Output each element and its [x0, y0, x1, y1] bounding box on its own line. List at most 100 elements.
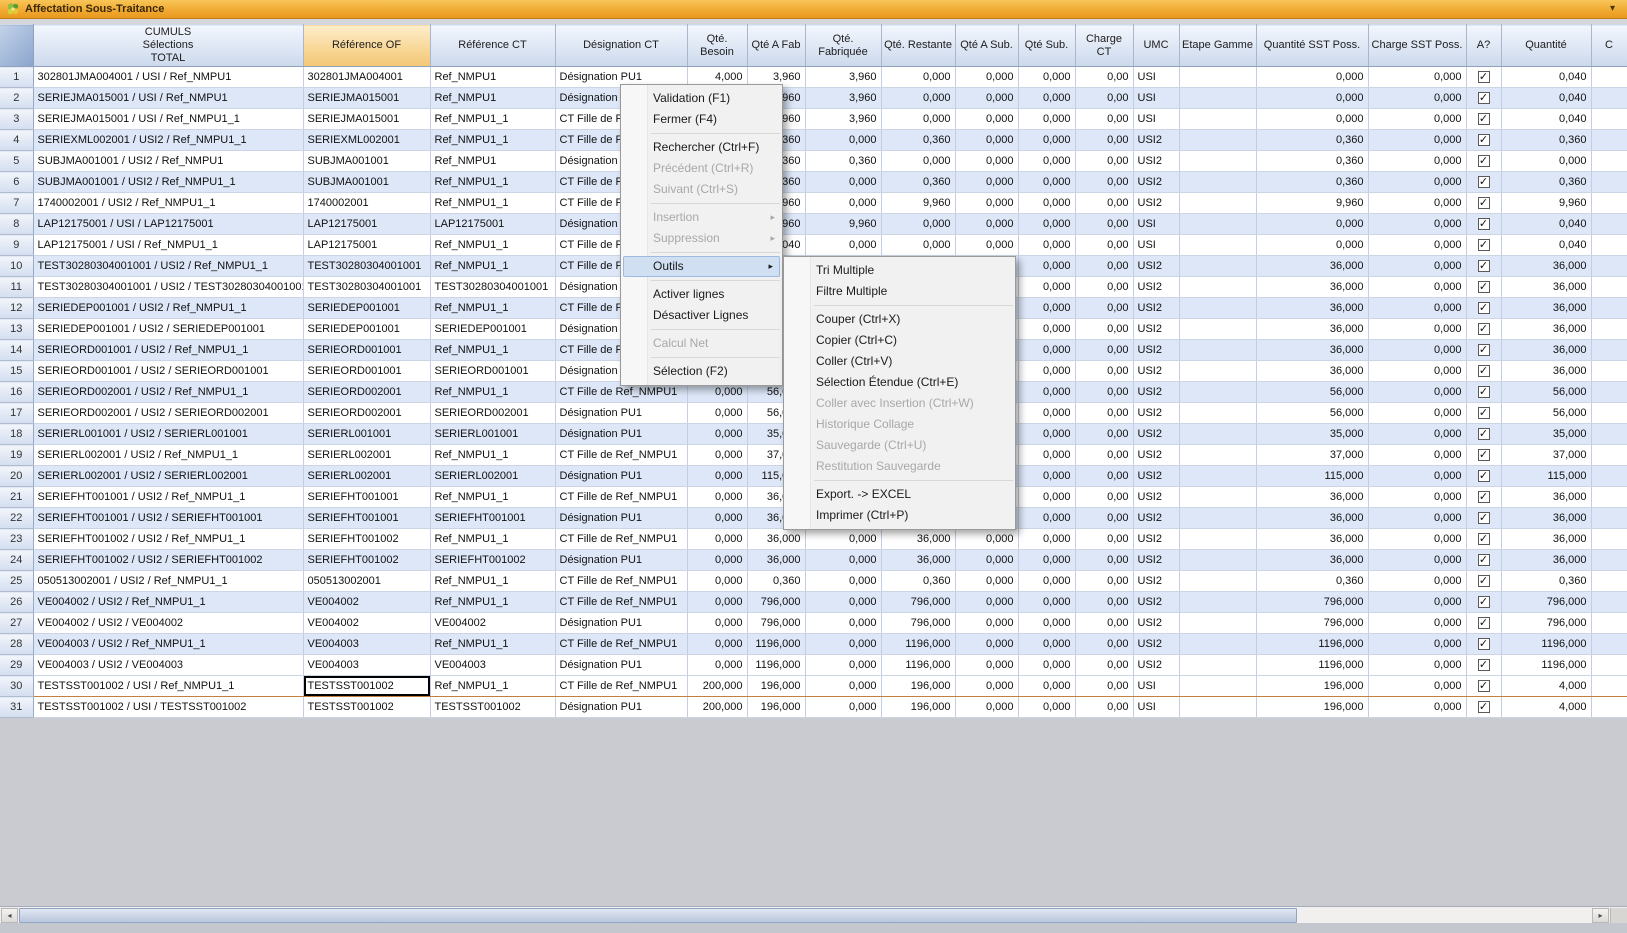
cell-quantite[interactable]: 9,960 [1501, 193, 1591, 214]
cell-a[interactable]: ✓ [1466, 340, 1501, 361]
cell-ref_of[interactable]: SERIERL002001 [303, 445, 430, 466]
column-header-etape_gamme[interactable]: Etape Gamme [1179, 25, 1256, 67]
cell-designation_ct[interactable]: CT Fille de Ref_NMPU1 [555, 487, 687, 508]
cell-qte_sub[interactable]: 0,000 [1018, 109, 1075, 130]
cell-charge_ct[interactable]: 0,00 [1075, 466, 1133, 487]
cell-partial[interactable] [1591, 88, 1627, 109]
cell-qte_sub[interactable]: 0,000 [1018, 361, 1075, 382]
row-checkbox[interactable]: ✓ [1478, 92, 1490, 104]
cell-a[interactable]: ✓ [1466, 214, 1501, 235]
cell-charge_ct[interactable]: 0,00 [1075, 634, 1133, 655]
cell-partial[interactable] [1591, 424, 1627, 445]
cell-qte_restante[interactable]: 36,000 [881, 550, 955, 571]
cell-partial[interactable] [1591, 655, 1627, 676]
cell-umc[interactable]: USI2 [1133, 193, 1179, 214]
cell-charge_ct[interactable]: 0,00 [1075, 571, 1133, 592]
cell-qte_fabriquee[interactable]: 0,000 [805, 172, 881, 193]
cell-umc[interactable]: USI2 [1133, 571, 1179, 592]
cell-qte_sst_poss[interactable]: 36,000 [1256, 319, 1368, 340]
cell-ref_ct[interactable]: LAP12175001 [430, 214, 555, 235]
cell-quantite[interactable]: 36,000 [1501, 298, 1591, 319]
scroll-left-arrow-icon[interactable]: ◂ [1, 908, 18, 923]
cell-charge_ct[interactable]: 0,00 [1075, 445, 1133, 466]
cell-umc[interactable]: USI [1133, 214, 1179, 235]
row-checkbox[interactable]: ✓ [1478, 659, 1490, 671]
menu-item-imprimer-ctrl-p[interactable]: Imprimer (Ctrl+P) [784, 505, 1015, 526]
cell-charge_ct[interactable]: 0,00 [1075, 235, 1133, 256]
cell-charge_sst_poss[interactable]: 0,000 [1368, 319, 1466, 340]
cell-qte_fabriquee[interactable]: 3,960 [805, 88, 881, 109]
cell-a[interactable]: ✓ [1466, 235, 1501, 256]
cell-ref_of[interactable]: SERIEORD001001 [303, 340, 430, 361]
column-header-designation_ct[interactable]: Désignation CT [555, 25, 687, 67]
cell-etape_gamme[interactable] [1179, 634, 1256, 655]
cell-charge_sst_poss[interactable]: 0,000 [1368, 508, 1466, 529]
cell-cumuls[interactable]: SERIEJMA015001 / USI / Ref_NMPU1_1 [33, 109, 303, 130]
cell-cumuls[interactable]: SERIEFHT001002 / USI2 / SERIEFHT001002 [33, 550, 303, 571]
row-checkbox[interactable]: ✓ [1478, 491, 1490, 503]
cell-quantite[interactable]: 36,000 [1501, 256, 1591, 277]
cell-qte_restante[interactable]: 0,000 [881, 67, 955, 88]
cell-ref_ct[interactable]: Ref_NMPU1 [430, 67, 555, 88]
cell-a[interactable]: ✓ [1466, 277, 1501, 298]
cell-ref_ct[interactable]: Ref_NMPU1_1 [430, 382, 555, 403]
cell-qte_a_sub[interactable]: 0,000 [955, 214, 1018, 235]
row-header-20[interactable]: 20 [0, 466, 33, 487]
cell-quantite[interactable]: 1196,000 [1501, 655, 1591, 676]
cell-qte_sst_poss[interactable]: 0,360 [1256, 151, 1368, 172]
row-checkbox[interactable]: ✓ [1478, 176, 1490, 188]
cell-qte_sub[interactable]: 0,000 [1018, 655, 1075, 676]
cell-qte_a_fab[interactable]: 36,000 [747, 529, 805, 550]
row-checkbox[interactable]: ✓ [1478, 260, 1490, 272]
row-checkbox[interactable]: ✓ [1478, 575, 1490, 587]
cell-cumuls[interactable]: SUBJMA001001 / USI2 / Ref_NMPU1 [33, 151, 303, 172]
cell-umc[interactable]: USI2 [1133, 403, 1179, 424]
cell-a[interactable]: ✓ [1466, 172, 1501, 193]
cell-quantite[interactable]: 796,000 [1501, 613, 1591, 634]
cell-qte_restante[interactable]: 196,000 [881, 697, 955, 718]
cell-quantite[interactable]: 36,000 [1501, 529, 1591, 550]
column-header-qte_sub[interactable]: Qté Sub. [1018, 25, 1075, 67]
cell-ref_ct[interactable]: SERIEFHT001002 [430, 550, 555, 571]
menu-item-coller-ctrl-v[interactable]: Coller (Ctrl+V) [784, 351, 1015, 372]
cell-cumuls[interactable]: SERIEJMA015001 / USI / Ref_NMPU1 [33, 88, 303, 109]
cell-qte_restante[interactable]: 36,000 [881, 529, 955, 550]
cell-umc[interactable]: USI2 [1133, 298, 1179, 319]
cell-partial[interactable] [1591, 361, 1627, 382]
cell-etape_gamme[interactable] [1179, 613, 1256, 634]
cell-charge_ct[interactable]: 0,00 [1075, 130, 1133, 151]
cell-quantite[interactable]: 35,000 [1501, 424, 1591, 445]
cell-quantite[interactable]: 0,040 [1501, 67, 1591, 88]
cell-umc[interactable]: USI2 [1133, 487, 1179, 508]
cell-qte_fabriquee[interactable]: 3,960 [805, 109, 881, 130]
cell-a[interactable]: ✓ [1466, 508, 1501, 529]
cell-etape_gamme[interactable] [1179, 319, 1256, 340]
cell-ref_ct[interactable]: Ref_NMPU1_1 [430, 529, 555, 550]
cell-ref_of[interactable]: SERIEORD002001 [303, 403, 430, 424]
cell-partial[interactable] [1591, 67, 1627, 88]
cell-cumuls[interactable]: 050513002001 / USI2 / Ref_NMPU1_1 [33, 571, 303, 592]
row-header-17[interactable]: 17 [0, 403, 33, 424]
cell-etape_gamme[interactable] [1179, 361, 1256, 382]
cell-qte_restante[interactable]: 0,360 [881, 130, 955, 151]
cell-designation_ct[interactable]: CT Fille de Ref_NMPU1 [555, 529, 687, 550]
cell-qte_sst_poss[interactable]: 56,000 [1256, 403, 1368, 424]
cell-ref_of[interactable]: VE004002 [303, 592, 430, 613]
cell-qte_fabriquee[interactable]: 0,000 [805, 676, 881, 697]
cell-ref_of[interactable]: SERIERL002001 [303, 466, 430, 487]
cell-qte_restante[interactable]: 796,000 [881, 613, 955, 634]
cell-cumuls[interactable]: LAP12175001 / USI / Ref_NMPU1_1 [33, 235, 303, 256]
cell-qte_a_sub[interactable]: 0,000 [955, 109, 1018, 130]
cell-designation_ct[interactable]: Désignation PU1 [555, 613, 687, 634]
cell-charge_ct[interactable]: 0,00 [1075, 361, 1133, 382]
cell-a[interactable]: ✓ [1466, 403, 1501, 424]
cell-ref_ct[interactable]: Ref_NMPU1_1 [430, 193, 555, 214]
cell-qte_sst_poss[interactable]: 35,000 [1256, 424, 1368, 445]
cell-ref_of[interactable]: SERIEJMA015001 [303, 88, 430, 109]
cell-ref_of[interactable]: TEST30280304001001 [303, 256, 430, 277]
cell-charge_sst_poss[interactable]: 0,000 [1368, 445, 1466, 466]
cell-qte_a_sub[interactable]: 0,000 [955, 592, 1018, 613]
cell-partial[interactable] [1591, 466, 1627, 487]
cell-qte_sst_poss[interactable]: 36,000 [1256, 298, 1368, 319]
row-checkbox[interactable]: ✓ [1478, 596, 1490, 608]
